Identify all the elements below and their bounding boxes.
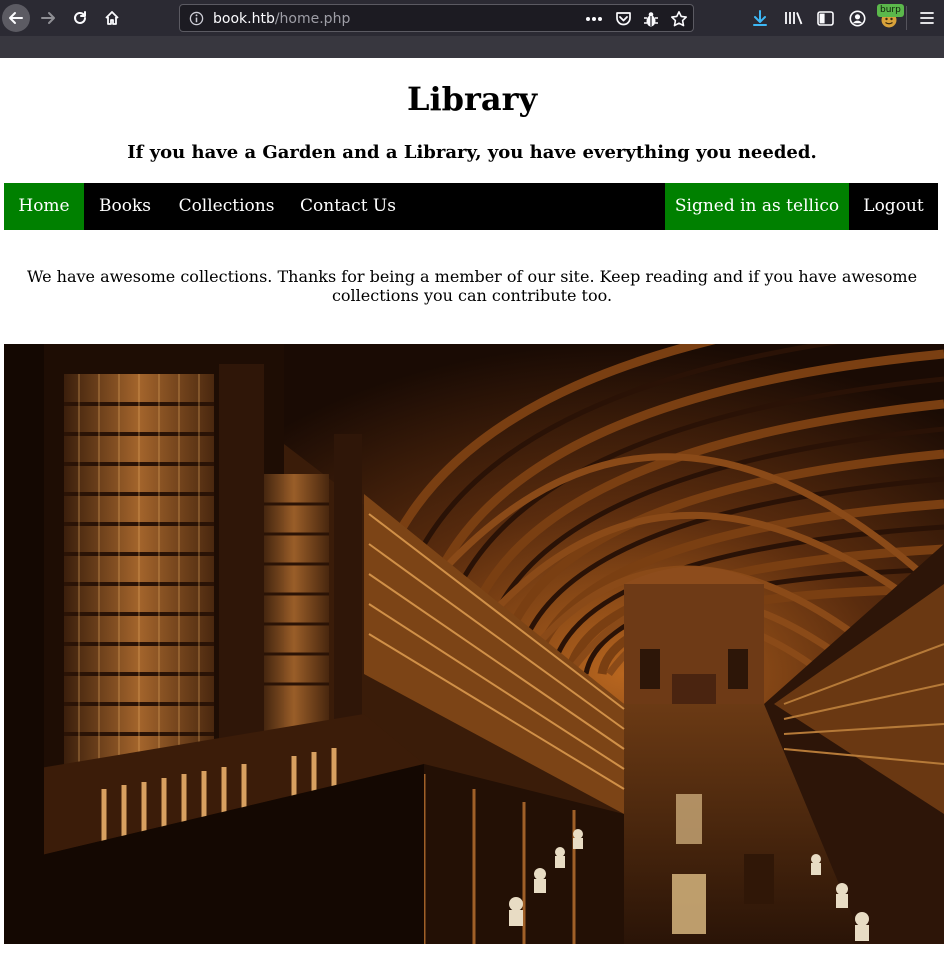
address-bar[interactable]: book.htb/home.php xyxy=(179,4,694,32)
toolbar-bottom-strip xyxy=(0,36,944,58)
back-button[interactable] xyxy=(2,4,30,32)
more-actions-icon[interactable] xyxy=(585,10,603,28)
page-tagline: If you have a Garden and a Library, you … xyxy=(127,142,817,163)
home-icon xyxy=(105,11,119,25)
sidebar-icon[interactable] xyxy=(815,8,835,28)
library-hall-illustration xyxy=(4,344,944,944)
bookmark-star-icon[interactable] xyxy=(670,10,688,28)
nav-logout[interactable]: Logout xyxy=(849,183,938,230)
url-path: /home.php xyxy=(274,11,351,27)
pocket-icon[interactable] xyxy=(614,10,632,28)
url-text[interactable]: book.htb/home.php xyxy=(213,11,350,27)
download-icon[interactable] xyxy=(750,8,770,28)
browser-toolbar: book.htb/home.php burp xyxy=(0,0,944,58)
reload-button[interactable] xyxy=(66,4,94,32)
nav-collections[interactable]: Collections xyxy=(166,183,287,230)
arrow-right-icon xyxy=(41,12,55,24)
burp-badge: burp xyxy=(877,4,904,17)
home-button[interactable] xyxy=(98,4,126,32)
account-icon[interactable] xyxy=(847,8,867,28)
forward-button[interactable] xyxy=(34,4,62,32)
library-hall-image xyxy=(4,344,944,944)
welcome-message: We have awesome collections. Thanks for … xyxy=(26,267,918,305)
url-host: book.htb xyxy=(213,11,275,27)
nav-books[interactable]: Books xyxy=(84,183,166,230)
hamburger-menu-icon[interactable] xyxy=(917,8,937,28)
library-icon[interactable] xyxy=(784,8,804,28)
bug-icon[interactable] xyxy=(642,10,660,28)
arrow-left-icon xyxy=(9,12,23,24)
main-navbar: Home Books Collections Contact Us Signed… xyxy=(4,183,938,230)
nav-signed-in-user[interactable]: Signed in as tellico xyxy=(665,183,849,230)
nav-home[interactable]: Home xyxy=(4,183,84,230)
nav-contact-us[interactable]: Contact Us xyxy=(287,183,409,230)
info-icon[interactable] xyxy=(189,11,204,30)
page-title: Library xyxy=(406,80,538,118)
toolbar-separator xyxy=(906,6,907,30)
reload-icon xyxy=(74,11,86,24)
